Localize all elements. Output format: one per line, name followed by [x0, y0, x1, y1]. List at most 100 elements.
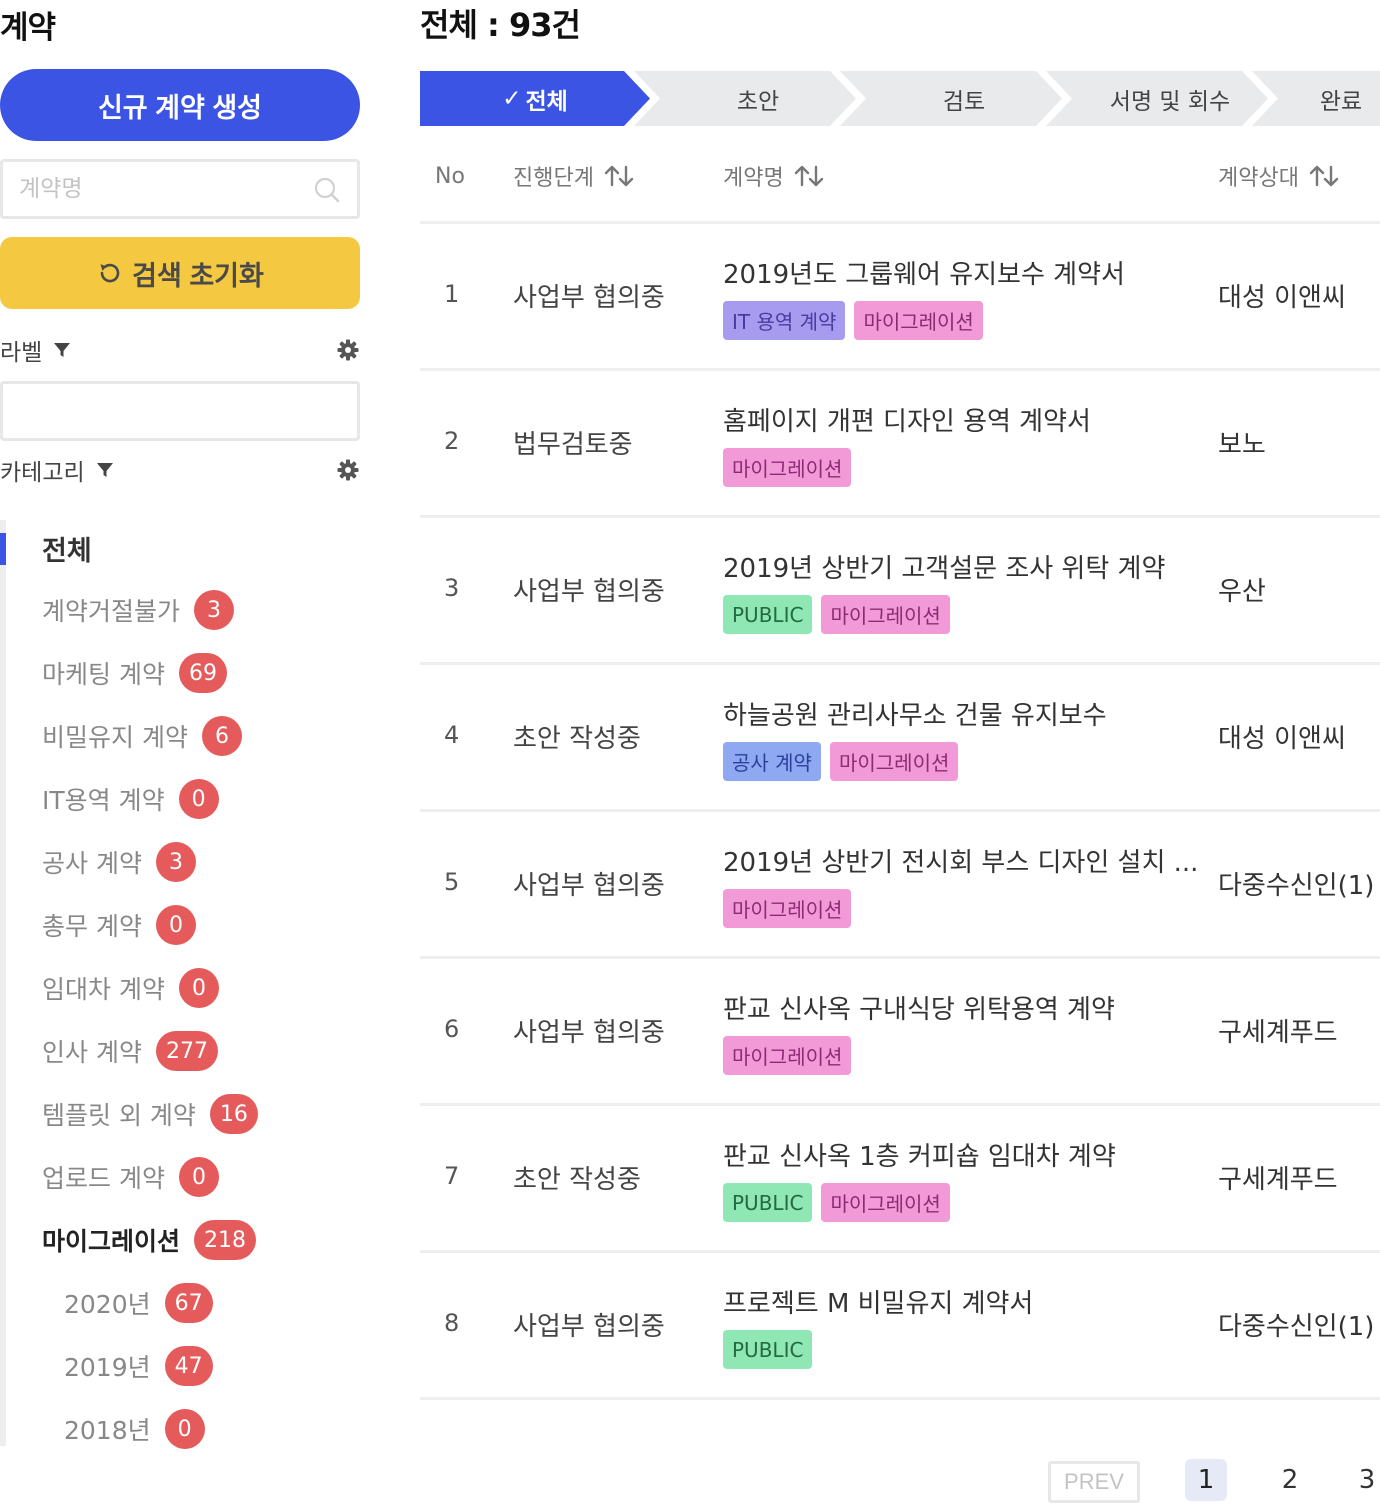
tab-stage-review[interactable]: 검토	[840, 71, 1062, 126]
contract-title-link[interactable]: 하늘공원 관리사무소 건물 유지보수	[723, 695, 1107, 732]
tag-list: 마이그레이션	[723, 889, 852, 928]
category-item[interactable]: 임대차 계약 0	[42, 966, 219, 1010]
sidebar: 계약 신규 계약 생성 검색 초기화 라벨	[0, 0, 362, 1503]
tag: 마이그레이션	[723, 448, 852, 487]
main-panel: 전체 : 93건 ✓ 전체 초안 검토 서명 및 회수 완료 No 진행단계 계…	[420, 0, 1380, 1503]
category-label: 마이그레이션	[42, 1227, 181, 1256]
table-row[interactable]: 7 초안 작성중 판교 신사옥 1층 커피숍 임대차 계약 PUBLIC 마이그…	[420, 1106, 1380, 1253]
row-stage: 사업부 협의중	[513, 1018, 665, 1048]
count-badge: 277	[155, 1031, 218, 1071]
subcategory-label: 2019년	[64, 1353, 151, 1382]
search-input[interactable]	[19, 172, 299, 206]
sidebar-title: 계약	[0, 10, 56, 46]
sort-icon[interactable]	[794, 164, 824, 188]
column-label: No	[435, 164, 465, 189]
funnel-icon[interactable]	[95, 460, 115, 480]
contract-title-link[interactable]: 2019년도 그룹웨어 유지보수 계약서	[723, 254, 1125, 291]
category-item[interactable]: 비밀유지 계약 6	[42, 714, 242, 758]
category-label: 마케팅 계약	[42, 660, 165, 689]
sort-icon[interactable]	[604, 164, 634, 188]
category-item[interactable]: 총무 계약 0	[42, 903, 196, 947]
tag: 마이그레이션	[821, 595, 950, 634]
subcategory-item[interactable]: 2018년 0	[64, 1407, 205, 1451]
tab-stage-sign[interactable]: 서명 및 회수	[1046, 71, 1268, 126]
row-stage: 초안 작성중	[513, 724, 641, 754]
contract-title-link[interactable]: 2019년 상반기 고객설문 조사 위탁 계약	[723, 548, 1165, 585]
tag: 마이그레이션	[821, 1183, 950, 1222]
contract-title-link[interactable]: 프로젝트 M 비밀유지 계약서	[723, 1283, 1033, 1320]
table-row[interactable]: 4 초안 작성중 하늘공원 관리사무소 건물 유지보수 공사 계약 마이그레이션…	[420, 665, 1380, 812]
page-button[interactable]: 3	[1346, 1459, 1380, 1501]
column-stage[interactable]: 진행단계	[513, 160, 634, 192]
stage-tabs: ✓ 전체 초안 검토 서명 및 회수 완료	[420, 71, 1380, 126]
search-icon[interactable]	[313, 176, 341, 204]
category-item[interactable]: 업로드 계약 0	[42, 1155, 219, 1199]
row-stage: 사업부 협의중	[513, 577, 665, 607]
row-number: 3	[444, 574, 460, 602]
funnel-icon[interactable]	[52, 340, 72, 360]
check-icon: ✓	[502, 85, 522, 112]
category-item[interactable]: 템플릿 외 계약 16	[42, 1092, 258, 1136]
count-badge: 0	[178, 779, 219, 819]
category-filter-row: 카테고리	[0, 453, 362, 487]
sort-icon[interactable]	[1309, 164, 1339, 188]
count-badge: 0	[178, 1157, 219, 1197]
row-party: 다중수신인(1)	[1218, 871, 1375, 901]
subcategory-item[interactable]: 2020년 67	[64, 1281, 213, 1325]
row-number: 2	[444, 427, 460, 455]
table-row[interactable]: 6 사업부 협의중 판교 신사옥 구내식당 위탁용역 계약 마이그레이션 구세계…	[420, 959, 1380, 1106]
tab-label: 완료	[1319, 88, 1363, 115]
category-item[interactable]: IT용역 계약 0	[42, 777, 219, 821]
gear-icon[interactable]	[336, 338, 360, 362]
column-name[interactable]: 계약명	[723, 160, 824, 192]
reset-search-label: 검색 초기화	[132, 260, 264, 291]
subcategory-item[interactable]: 2019년 47	[64, 1344, 213, 1388]
prev-page-button[interactable]: PREV	[1048, 1461, 1140, 1503]
category-item[interactable]: 공사 계약 3	[42, 840, 196, 884]
table-row[interactable]: 2 법무검토중 홈페이지 개편 디자인 용역 계약서 마이그레이션 보노	[420, 371, 1380, 518]
label-input-box[interactable]	[0, 381, 360, 441]
count-badge: 3	[194, 590, 235, 630]
row-number: 6	[444, 1015, 460, 1043]
table-row[interactable]: 8 사업부 협의중 프로젝트 M 비밀유지 계약서 PUBLIC 다중수신인(1…	[420, 1253, 1380, 1400]
table-row[interactable]: 3 사업부 협의중 2019년 상반기 고객설문 조사 위탁 계약 PUBLIC…	[420, 518, 1380, 665]
count-badge: 0	[155, 905, 196, 945]
table-row[interactable]: 1 사업부 협의중 2019년도 그룹웨어 유지보수 계약서 IT 용역 계약 …	[420, 224, 1380, 371]
contract-title-link[interactable]: 2019년 상반기 전시회 부스 디자인 설치 ...	[723, 842, 1198, 879]
tag: PUBLIC	[723, 1183, 813, 1222]
tab-stage-draft[interactable]: 초안	[634, 71, 856, 126]
reset-search-button[interactable]: 검색 초기화	[0, 237, 360, 309]
category-item[interactable]: 마케팅 계약 69	[42, 651, 227, 695]
new-contract-button[interactable]: 신규 계약 생성	[0, 69, 360, 141]
category-label: IT용역 계약	[42, 786, 165, 815]
row-number: 5	[444, 868, 460, 896]
category-item[interactable]: 인사 계약 277	[42, 1029, 218, 1073]
count-badge: 3	[155, 842, 196, 882]
tab-stage-all[interactable]: ✓ 전체	[420, 71, 650, 126]
contract-title-link[interactable]: 판교 신사옥 구내식당 위탁용역 계약	[723, 989, 1115, 1026]
tag: 공사 계약	[723, 742, 821, 781]
subcategory-label: 2020년	[64, 1290, 151, 1319]
table-row[interactable]: 5 사업부 협의중 2019년 상반기 전시회 부스 디자인 설치 ... 마이…	[420, 812, 1380, 959]
page-button-current[interactable]: 1	[1185, 1459, 1227, 1501]
category-label: 비밀유지 계약	[42, 723, 188, 752]
count-badge: 67	[164, 1283, 213, 1323]
category-item-all[interactable]: 전체	[42, 526, 92, 570]
tab-label: 서명 및 회수	[1109, 88, 1231, 115]
column-party[interactable]: 계약상대	[1218, 160, 1339, 192]
count-badge: 47	[164, 1346, 213, 1386]
category-item[interactable]: 계약거절불가 3	[42, 588, 235, 632]
gear-icon[interactable]	[336, 458, 360, 482]
tab-stage-complete[interactable]: 완료	[1252, 71, 1380, 126]
contract-title-link[interactable]: 판교 신사옥 1층 커피숍 임대차 계약	[723, 1136, 1116, 1173]
tag-list: PUBLIC 마이그레이션	[723, 1183, 950, 1222]
category-filter-title: 카테고리	[0, 460, 85, 486]
page-button[interactable]: 2	[1269, 1459, 1311, 1501]
row-party: 구세계푸드	[1218, 1165, 1338, 1195]
category-label: 업로드 계약	[42, 1164, 165, 1193]
tab-label: 검토	[942, 88, 986, 115]
contract-title-link[interactable]: 홈페이지 개편 디자인 용역 계약서	[723, 401, 1091, 438]
row-party: 다중수신인(1)	[1218, 1312, 1375, 1342]
tag-list: PUBLIC	[723, 1330, 813, 1369]
category-item-migration[interactable]: 마이그레이션 218	[42, 1218, 257, 1262]
